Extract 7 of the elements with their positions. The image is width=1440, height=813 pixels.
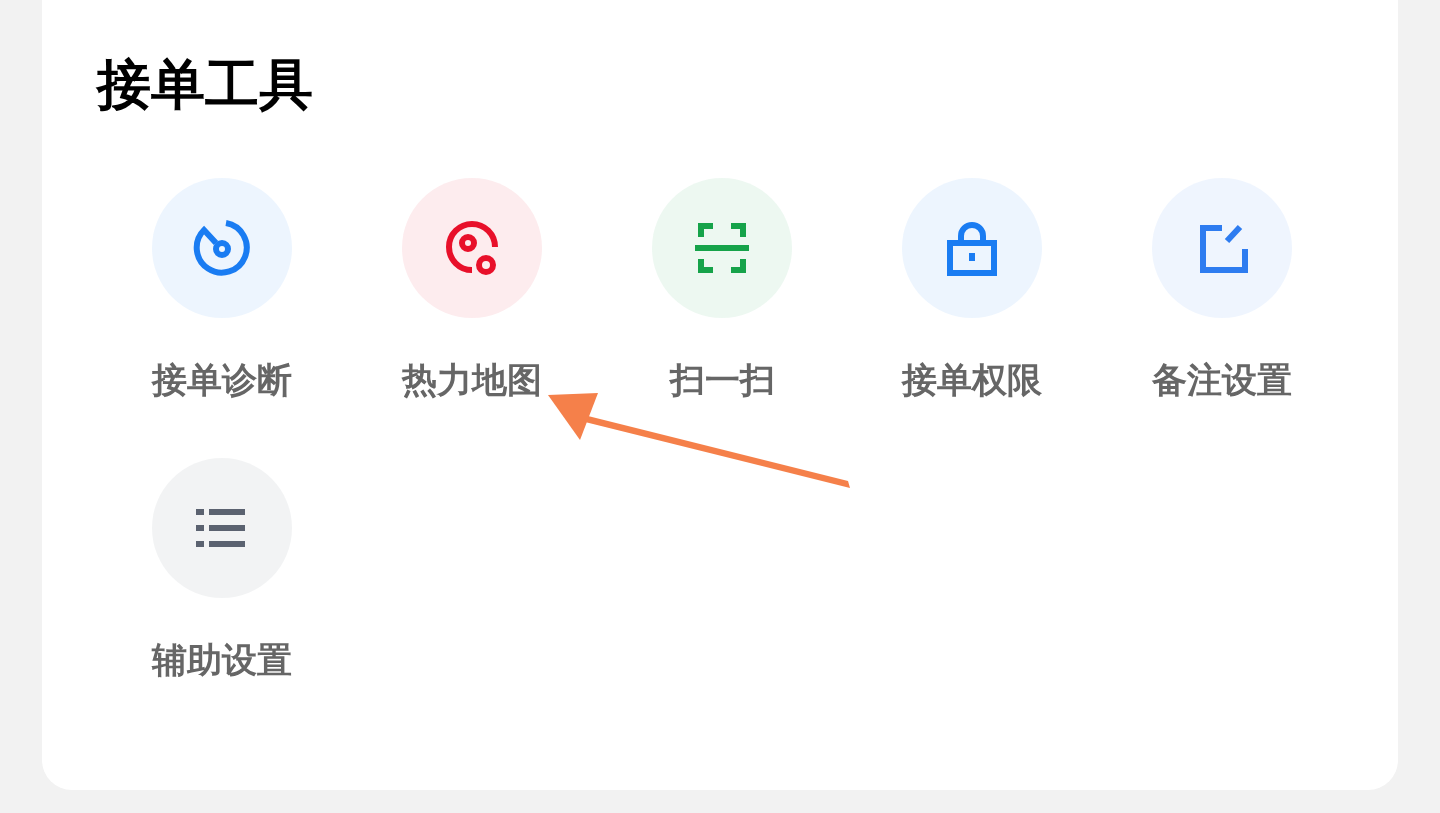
tool-label: 扫一扫 xyxy=(669,359,775,402)
tool-label: 热力地图 xyxy=(402,359,542,402)
tool-label: 接单诊断 xyxy=(152,359,292,402)
tool-label: 备注设置 xyxy=(1152,359,1292,402)
tool-label: 辅助设置 xyxy=(152,639,292,682)
section-title: 接单工具 xyxy=(97,52,314,118)
tool-label: 接单权限 xyxy=(902,359,1042,402)
